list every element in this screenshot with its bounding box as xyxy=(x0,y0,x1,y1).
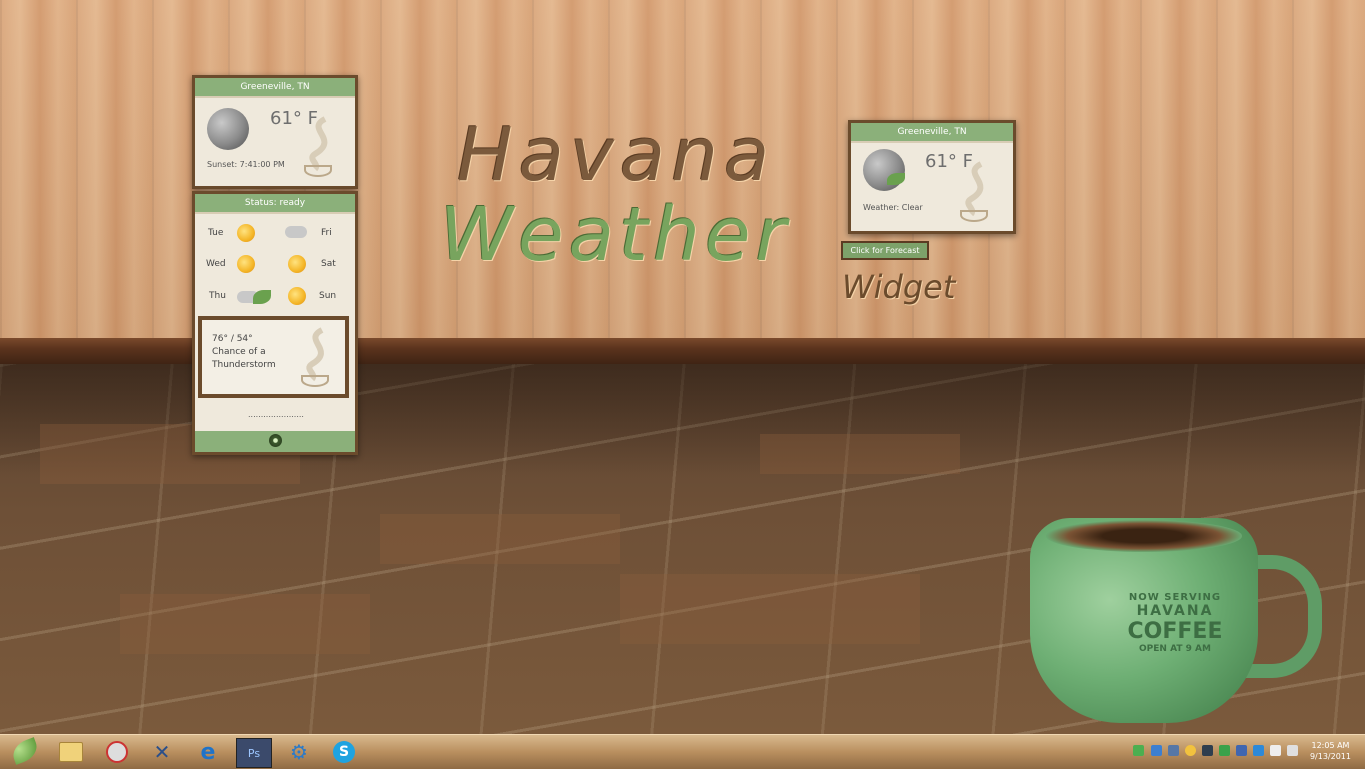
weather-condition: Weather: Clear xyxy=(863,203,923,212)
sunset-time: Sunset: 7:41:00 PM xyxy=(207,160,285,169)
partly-cloudy-icon xyxy=(288,255,306,273)
day-label-tue: Tue xyxy=(208,228,224,238)
photoshop-icon[interactable]: Ps xyxy=(236,738,272,768)
forecast-high-low: 76° / 54° xyxy=(212,334,253,344)
tray-icon-green[interactable] xyxy=(1133,745,1144,756)
coffee-steam-icon xyxy=(304,116,332,177)
forecast-detail: 76° / 54° Chance of a Thunderstorm xyxy=(198,316,349,398)
moon-icon xyxy=(863,149,905,191)
tray-icon-shield[interactable] xyxy=(1253,745,1264,756)
folder-icon[interactable] xyxy=(54,738,88,766)
click-for-forecast-button[interactable]: Click for Forecast xyxy=(841,241,929,260)
widget-location: Greeneville, TN xyxy=(851,123,1013,143)
hero-title-weather: Weather xyxy=(440,192,791,278)
photoshop-label: Ps xyxy=(247,746,261,760)
thunderstorm-icon xyxy=(285,226,307,238)
small-weather-widget[interactable]: Greeneville, TN 61° F Weather: Clear xyxy=(848,120,1016,234)
forecast-desc-line1: Chance of a xyxy=(212,347,266,357)
partly-cloudy-icon xyxy=(237,224,255,242)
tray-icon-monitor[interactable] xyxy=(1236,745,1247,756)
tools-icon[interactable]: ✕ xyxy=(145,738,179,766)
taskbar: ✕ e Ps ⚙ S 12:05 AM 9/13/2011 xyxy=(0,734,1365,769)
partly-cloudy-icon xyxy=(237,255,255,273)
paint-icon[interactable] xyxy=(100,738,134,766)
hero-title-havana: Havana xyxy=(457,112,776,198)
leaf-icon xyxy=(9,737,41,765)
day-label-sun: Sun xyxy=(319,291,337,301)
moon-icon xyxy=(207,108,249,150)
clock-time: 12:05 AM xyxy=(1311,741,1350,750)
tray-icon-tools[interactable] xyxy=(1168,745,1179,756)
partly-cloudy-icon xyxy=(288,287,306,305)
mug-coffee-surface xyxy=(1046,520,1242,552)
widget-status: Status: ready xyxy=(195,194,355,214)
widget-location: Greeneville, TN xyxy=(195,78,355,98)
tray-icon-network[interactable] xyxy=(1151,745,1162,756)
hero-title-widget: Widget xyxy=(842,268,956,306)
leaf-icon xyxy=(253,290,271,304)
day-label-wed: Wed xyxy=(206,259,226,269)
start-button[interactable] xyxy=(8,737,42,767)
leaf-icon xyxy=(887,173,905,185)
day-label-thu: Thu xyxy=(209,291,226,301)
speaker-icon[interactable] xyxy=(1287,745,1298,756)
large-weather-widget-forecast[interactable]: Status: ready Tue Wed Thu Fri Sat Sun 76… xyxy=(192,191,358,455)
coffee-steam-icon xyxy=(960,161,988,222)
coffee-steam-icon xyxy=(301,327,329,387)
mug-logo: NOW SERVING HAVANA COFFEE OPEN AT 9 AM xyxy=(1127,592,1223,654)
day-label-fri: Fri xyxy=(321,228,332,238)
tray-icon-flag[interactable] xyxy=(1270,745,1281,756)
widget-settings-button[interactable] xyxy=(269,434,282,447)
widget-footer-bar xyxy=(195,431,355,452)
system-clock[interactable]: 12:05 AM 9/13/2011 xyxy=(1310,740,1351,762)
skype-icon[interactable]: S xyxy=(327,738,361,766)
forecast-desc-line2: Thunderstorm xyxy=(212,360,276,370)
tray-icon-display[interactable] xyxy=(1202,745,1213,756)
large-weather-widget-current[interactable]: Greeneville, TN 61° F Sunset: 7:41:00 PM xyxy=(192,75,358,189)
loading-dots: ...................... xyxy=(248,410,304,419)
clock-date: 9/13/2011 xyxy=(1309,752,1351,761)
tray-icon-smiley[interactable] xyxy=(1185,745,1196,756)
settings-icon[interactable]: ⚙ xyxy=(282,738,316,766)
day-label-sat: Sat xyxy=(321,259,336,269)
internet-explorer-icon[interactable]: e xyxy=(191,738,225,766)
tray-icon-check[interactable] xyxy=(1219,745,1230,756)
